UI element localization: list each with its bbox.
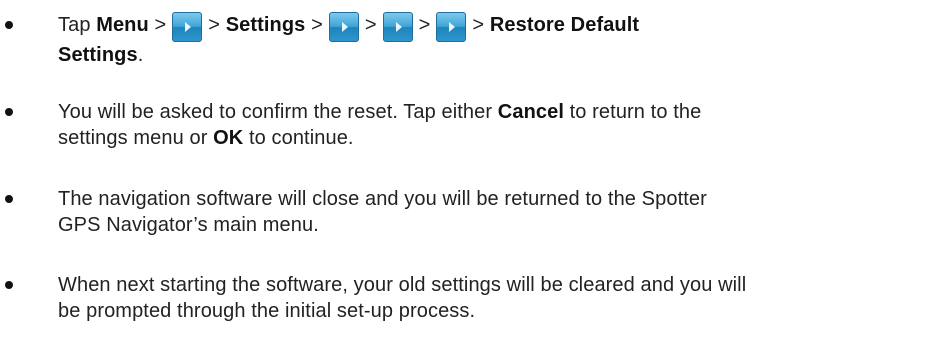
settings-label: Settings: [58, 44, 138, 66]
text-segment: to return to the: [563, 101, 702, 123]
bullet-text: You will be asked to confirm the reset. …: [58, 99, 878, 151]
arrow-right-icon: [185, 22, 192, 32]
settings-label: Settings: [225, 14, 306, 36]
text-segment: You will be asked to confirm the reset. …: [58, 101, 498, 123]
bullet-text: Tap Menu > > Settings > > > > Restore Defaul…: [58, 12, 878, 68]
text-tap: Tap: [58, 14, 97, 36]
text-sep: >: [472, 14, 490, 36]
cancel-label: Cancel: [497, 101, 564, 123]
line-1: When next starting the software, your ol…: [58, 274, 747, 296]
line-2: Settings.: [58, 42, 878, 68]
line-1: Tap Menu > > Settings > > > > Restore Defaul…: [58, 12, 878, 42]
bullet-dot: [5, 108, 13, 116]
line-2: GPS Navigator’s main menu.: [58, 214, 319, 236]
arrow-right-icon: [341, 22, 348, 32]
line-1: The navigation software will close and y…: [58, 188, 707, 210]
bullet-dot: [5, 281, 13, 289]
arrow-right-icon: [449, 22, 456, 32]
arrow-right-icon: [395, 22, 402, 32]
bullet-text: When next starting the software, your ol…: [58, 272, 878, 324]
text-sep: >: [148, 14, 167, 36]
text-sep: >: [418, 14, 431, 36]
text-segment: settings menu or: [58, 127, 214, 149]
text-period: .: [137, 44, 144, 66]
text-sep: >: [364, 14, 377, 36]
text-segment: to continue.: [243, 127, 354, 149]
text-sep: >: [305, 14, 323, 36]
ok-label: OK: [213, 127, 244, 149]
arrow-button-icon: [172, 12, 203, 42]
line-2: settings menu or OK to continue.: [58, 125, 878, 151]
restore-default-label: Restore Default: [489, 14, 640, 36]
bullet-dot: [5, 21, 13, 29]
arrow-button-icon: [382, 12, 413, 42]
bullet-text: The navigation software will close and y…: [58, 186, 878, 238]
arrow-button-icon: [328, 12, 359, 42]
text-sep: >: [208, 14, 226, 36]
line-2: be prompted through the initial set-up p…: [58, 300, 476, 322]
bullet-dot: [5, 195, 13, 203]
menu-label: Menu: [96, 14, 149, 36]
line-1: You will be asked to confirm the reset. …: [58, 99, 878, 125]
arrow-button-icon: [436, 12, 467, 42]
